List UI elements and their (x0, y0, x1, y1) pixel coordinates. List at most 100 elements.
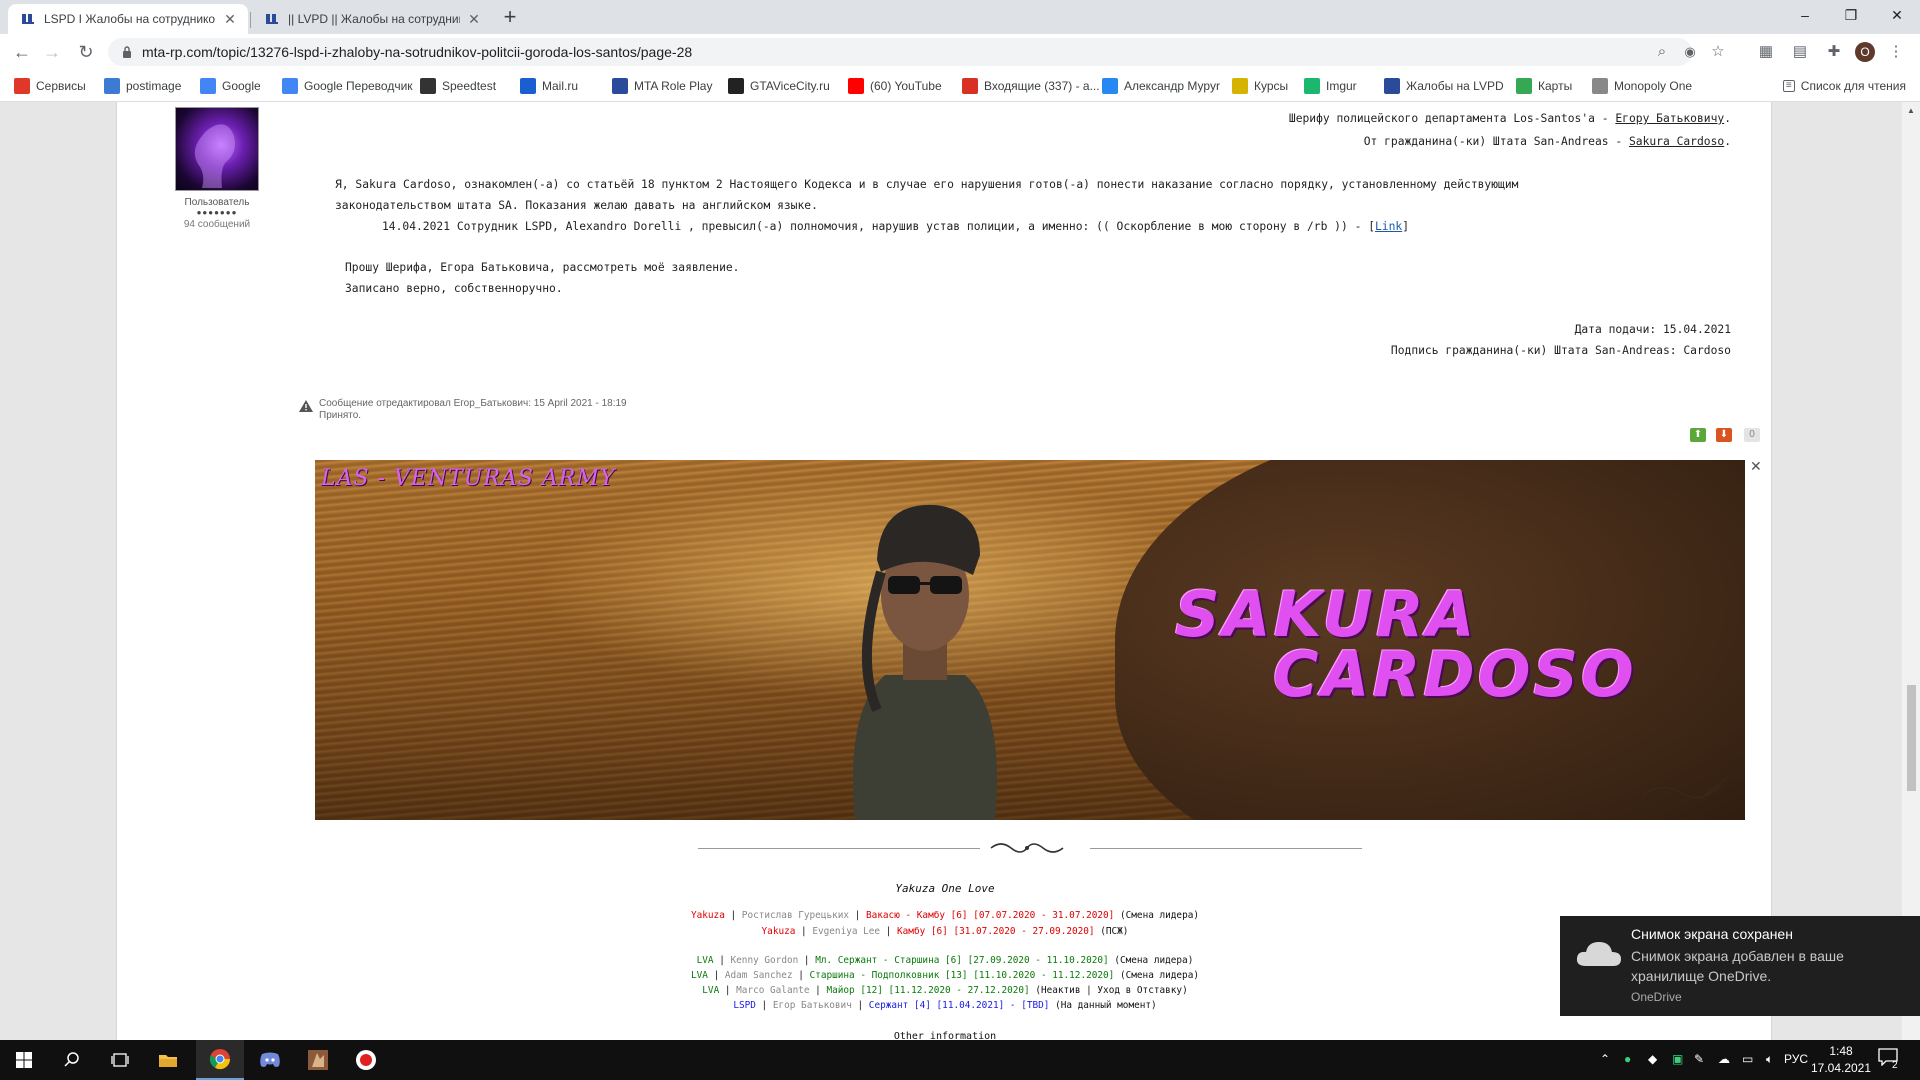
bookmark-label: Google (222, 79, 261, 93)
tab-title: LSPD I Жалобы на сотруднико (44, 12, 216, 26)
windows-start-icon[interactable] (0, 1040, 48, 1080)
menu-icon[interactable]: ⋮ (1886, 42, 1906, 62)
bookmark-item[interactable]: Google Переводчик (282, 77, 413, 95)
scrollbar-thumb[interactable] (1907, 685, 1916, 791)
back-arrow-icon[interactable]: ← (10, 40, 34, 64)
tab-lspd[interactable]: LSPD I Жалобы на сотруднико ✕ (8, 4, 248, 34)
bookmark-item[interactable]: (60) YouTube (848, 77, 942, 95)
author-rank-pips: ●●●●●●● (196, 208, 238, 217)
reload-icon[interactable]: ↻ (74, 40, 98, 64)
page-scrollbar[interactable]: ▲ (1902, 102, 1920, 1040)
career-row-segment: Yakuza (690, 910, 725, 921)
bookmark-item[interactable]: postimage (104, 77, 181, 95)
tracking-off-icon[interactable]: ◉ (1680, 42, 1700, 62)
banner-title: LAS - VENTURAS ARMY (321, 466, 616, 491)
signature-banner: LAS - VENTURAS ARMY SAKURA CARDOSO (315, 460, 1745, 820)
task-view-icon[interactable] (96, 1040, 144, 1080)
tray-tool-icon[interactable]: ✎ (1694, 1052, 1704, 1066)
extension-icon[interactable]: ▦ (1756, 42, 1776, 62)
bookmark-label: Google Переводчик (304, 79, 413, 93)
search-icon[interactable] (48, 1040, 96, 1080)
bookmark-item[interactable]: Сервисы (14, 77, 86, 95)
minimize-button[interactable]: – (1782, 0, 1828, 30)
bookmark-item[interactable]: Google (200, 77, 261, 95)
bookmark-label: Александр Мурyr (1124, 79, 1221, 93)
volume-icon[interactable]: 🔈︎ (1766, 1052, 1773, 1067)
zoom-search-icon[interactable]: ⌕ (1652, 42, 1672, 62)
page-viewport: Пользователь ●●●●●●● 94 сообщений Шерифу… (0, 102, 1902, 1040)
career-row-segment: Marco Galante (736, 985, 810, 996)
edit-comment: Принято. (319, 410, 362, 421)
vk-icon (1102, 78, 1118, 94)
game-app-icon[interactable] (294, 1040, 342, 1080)
warning-icon (299, 400, 313, 412)
bookmark-item[interactable]: Speedtest (420, 77, 496, 95)
close-tab-icon[interactable]: ✕ (222, 11, 238, 27)
bookmark-item[interactable]: Imgur (1304, 77, 1357, 95)
extension-icon[interactable]: ▤ (1790, 42, 1810, 62)
submission-date: Дата подачи: 15.04.2021 (1574, 323, 1731, 336)
mta-icon (1384, 78, 1400, 94)
tab-lvpd[interactable]: || LVPD || Жалобы на сотрудник ✕ (252, 4, 492, 34)
chrome-icon[interactable] (196, 1040, 244, 1080)
tray-nvidia-icon[interactable]: ▣ (1672, 1052, 1683, 1066)
puzzle-icon[interactable]: ✚ (1824, 42, 1844, 62)
career-row-segment: | (880, 926, 898, 937)
bookmark-label: postimage (126, 79, 182, 93)
bookmark-item[interactable]: Карты (1516, 77, 1572, 95)
scroll-up-arrow-icon[interactable]: ▲ (1906, 106, 1916, 116)
close-window-button[interactable]: ✕ (1874, 0, 1920, 30)
reading-list-button[interactable]: ≡ Список для чтения (1782, 77, 1906, 95)
career-row-segment: Adam Sanchez (724, 970, 793, 981)
close-banner-icon[interactable]: ✕ (1750, 458, 1762, 475)
career-row-segment: | (713, 955, 731, 966)
address-bar[interactable]: mta-rp.com/topic/13276-lspd-i-zhaloby-na… (108, 38, 1725, 66)
evidence-link[interactable]: Link (1375, 220, 1402, 233)
bookmark-label: Speedtest (442, 79, 497, 93)
career-row-segment: | (795, 926, 813, 937)
artist-signature (1641, 775, 1731, 806)
profile-avatar[interactable]: O (1855, 42, 1875, 62)
bookmark-item[interactable]: Monopoly One (1592, 77, 1692, 95)
network-icon[interactable]: ▭ (1742, 1052, 1753, 1066)
system-clock[interactable]: 1:48 17.04.2021 (1810, 1043, 1872, 1077)
close-tab-icon[interactable]: ✕ (466, 11, 482, 27)
apps-icon (14, 78, 30, 94)
courses-icon (1232, 78, 1248, 94)
new-tab-button[interactable]: + (498, 6, 522, 30)
career-row-segment: | (724, 910, 742, 921)
bookmark-star-icon[interactable]: ☆ (1708, 42, 1728, 62)
cloud-icon (1576, 942, 1621, 966)
bookmark-item[interactable]: MTA Role Play (612, 77, 712, 95)
bookmark-item[interactable]: Входящие (337) - a... (962, 77, 1100, 95)
onedrive-tray-icon[interactable]: ☁ (1718, 1052, 1730, 1066)
maximize-button[interactable]: ❐ (1828, 0, 1874, 30)
record-icon[interactable] (342, 1040, 390, 1080)
bookmark-item[interactable]: Курсы (1232, 77, 1288, 95)
career-row-segment: Yakuza (761, 926, 796, 937)
career-row-segment: Мл. Сержант - Старшина [6] [27.09.2020 -… (815, 955, 1109, 966)
career-row-segment: Ростислав Гурецьких (741, 910, 850, 921)
citizen-signature: Подпись гражданина(-ки) Штата San-Andrea… (1390, 344, 1731, 357)
tray-app-icon[interactable]: ● (1624, 1052, 1631, 1066)
language-indicator[interactable]: РУС (1784, 1052, 1808, 1066)
author-group: Пользователь (184, 197, 250, 208)
career-row: Yakuza | Evgeniya Lee | Камбу [6] [31.07… (117, 926, 1773, 937)
career-row-segment: LVA (690, 970, 708, 981)
tray-discord-icon[interactable]: ◆ (1648, 1052, 1657, 1066)
avatar[interactable] (175, 107, 259, 191)
rate-up-button[interactable]: ⬆ (1690, 428, 1706, 442)
bookmark-item[interactable]: Mail.ru (520, 77, 578, 95)
url-text[interactable]: mta-rp.com/topic/13276-lspd-i-zhaloby-na… (142, 44, 692, 60)
discord-icon[interactable] (246, 1040, 294, 1080)
bookmark-item[interactable]: Александр Мурyr (1102, 77, 1220, 95)
bookmark-item[interactable]: GTAViceCity.ru (728, 77, 830, 95)
tray-chevron-icon[interactable]: ⌃ (1600, 1052, 1610, 1066)
bookmark-item[interactable]: Жалобы на LVPD (1384, 77, 1504, 95)
onedrive-notification[interactable]: Снимок экрана сохранен Снимок экрана доб… (1560, 916, 1920, 1016)
file-explorer-icon[interactable] (144, 1040, 192, 1080)
tab-separator (250, 12, 251, 28)
forward-arrow-icon[interactable]: → (40, 40, 64, 64)
rate-down-button[interactable]: ⬇ (1716, 428, 1732, 442)
career-row-segment: (Неактив | Уход в Отставку) (1029, 985, 1188, 996)
